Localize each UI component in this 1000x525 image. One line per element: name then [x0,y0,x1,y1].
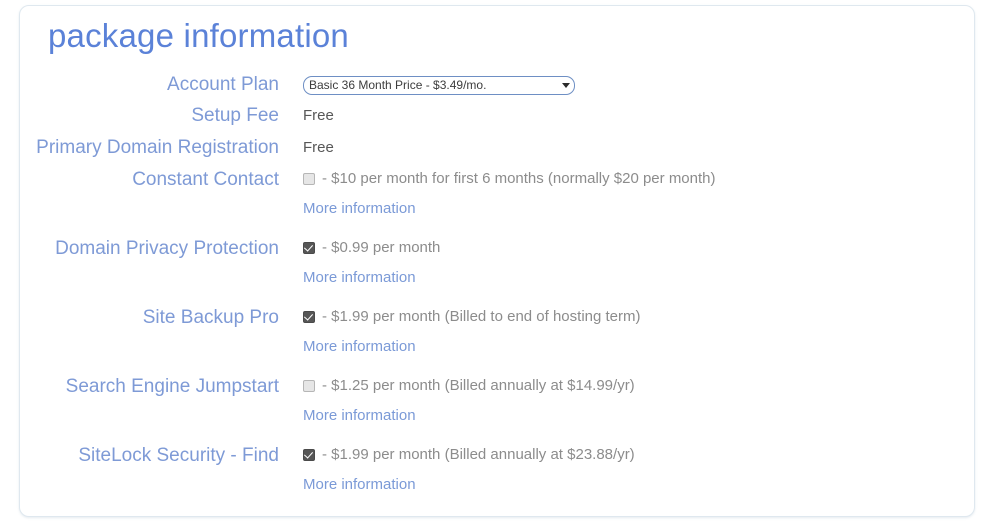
account-plan-select-value: Basic 36 Month Price - $3.49/mo. [309,78,487,92]
label-search-engine-jumpstart: Search Engine Jumpstart [65,376,279,397]
value-sitelock-security-find: - $1.99 per month (Billed annually at $2… [303,445,974,496]
checkbox-site-backup-pro[interactable] [303,311,315,323]
row-account-plan: Account Plan Basic 36 Month Price - $3.4… [20,74,974,96]
price-text-constant-contact: - $10 per month for first 6 months (norm… [322,170,716,187]
row-primary-domain-registration: Primary Domain Registration Free [20,137,974,159]
checkbox-line-constant-contact: - $10 per month for first 6 months (norm… [303,169,974,189]
checkbox-line-site-backup-pro: - $1.99 per month (Billed to end of host… [303,307,974,327]
price-text-domain-privacy-protection: - $0.99 per month [322,239,441,256]
checkbox-line-search-engine-jumpstart: - $1.25 per month (Billed annually at $1… [303,376,974,396]
price-text-site-backup-pro: - $1.99 per month (Billed to end of host… [322,308,641,325]
price-text-search-engine-jumpstart: - $1.25 per month (Billed annually at $1… [322,377,635,394]
more-information-link-site-backup-pro[interactable]: More information [303,336,416,358]
value-constant-contact: - $10 per month for first 6 months (norm… [303,169,974,220]
row-domain-privacy-protection: Domain Privacy Protection - $0.99 per mon… [20,238,974,289]
value-setup-fee: Free [303,107,334,124]
label-constant-contact: Constant Contact [132,169,279,190]
value-primary-domain-registration: Free [303,139,334,156]
account-plan-select[interactable]: Basic 36 Month Price - $3.49/mo. [303,76,575,95]
checkbox-domain-privacy-protection[interactable] [303,242,315,254]
more-information-link-constant-contact[interactable]: More information [303,198,416,220]
checkbox-constant-contact[interactable] [303,173,315,185]
package-form: Account Plan Basic 36 Month Price - $3.4… [20,74,974,496]
value-site-backup-pro: - $1.99 per month (Billed to end of host… [303,307,974,358]
price-text-sitelock-security-find: - $1.99 per month (Billed annually at $2… [322,446,635,463]
row-site-backup-pro: Site Backup Pro - $1.99 per month (Billed… [20,307,974,358]
label-domain-privacy-protection: Domain Privacy Protection [55,238,279,259]
value-search-engine-jumpstart: - $1.25 per month (Billed annually at $1… [303,376,974,427]
more-information-link-domain-privacy-protection[interactable]: More information [303,267,416,289]
row-search-engine-jumpstart: Search Engine Jumpstart - $1.25 per month… [20,376,974,427]
chevron-down-icon [562,83,570,88]
value-account-plan: Basic 36 Month Price - $3.49/mo. [303,74,974,96]
more-information-link-sitelock-security-find[interactable]: More information [303,474,416,496]
package-information-panel: package information Account Plan Basic 3… [19,5,975,517]
label-setup-fee: Setup Fee [191,105,279,126]
value-domain-privacy-protection: - $0.99 per month More information [303,238,974,289]
row-sitelock-security-find: SiteLock Security - Find - $1.99 per mont… [20,445,974,496]
checkbox-search-engine-jumpstart[interactable] [303,380,315,392]
checkbox-line-sitelock-security-find: - $1.99 per month (Billed annually at $2… [303,445,974,465]
row-constant-contact: Constant Contact - $10 per month for firs… [20,169,974,220]
checkbox-line-domain-privacy-protection: - $0.99 per month [303,238,974,258]
more-information-link-search-engine-jumpstart[interactable]: More information [303,405,416,427]
label-sitelock-security-find: SiteLock Security - Find [78,445,279,466]
label-account-plan: Account Plan [167,74,279,95]
addon-rows: Constant Contact - $10 per month for firs… [20,169,974,496]
row-setup-fee: Setup Fee Free [20,105,974,127]
label-primary-domain-registration: Primary Domain Registration [36,137,279,158]
checkbox-sitelock-security-find[interactable] [303,449,315,461]
page-title: package information [48,17,349,54]
label-site-backup-pro: Site Backup Pro [142,307,279,328]
